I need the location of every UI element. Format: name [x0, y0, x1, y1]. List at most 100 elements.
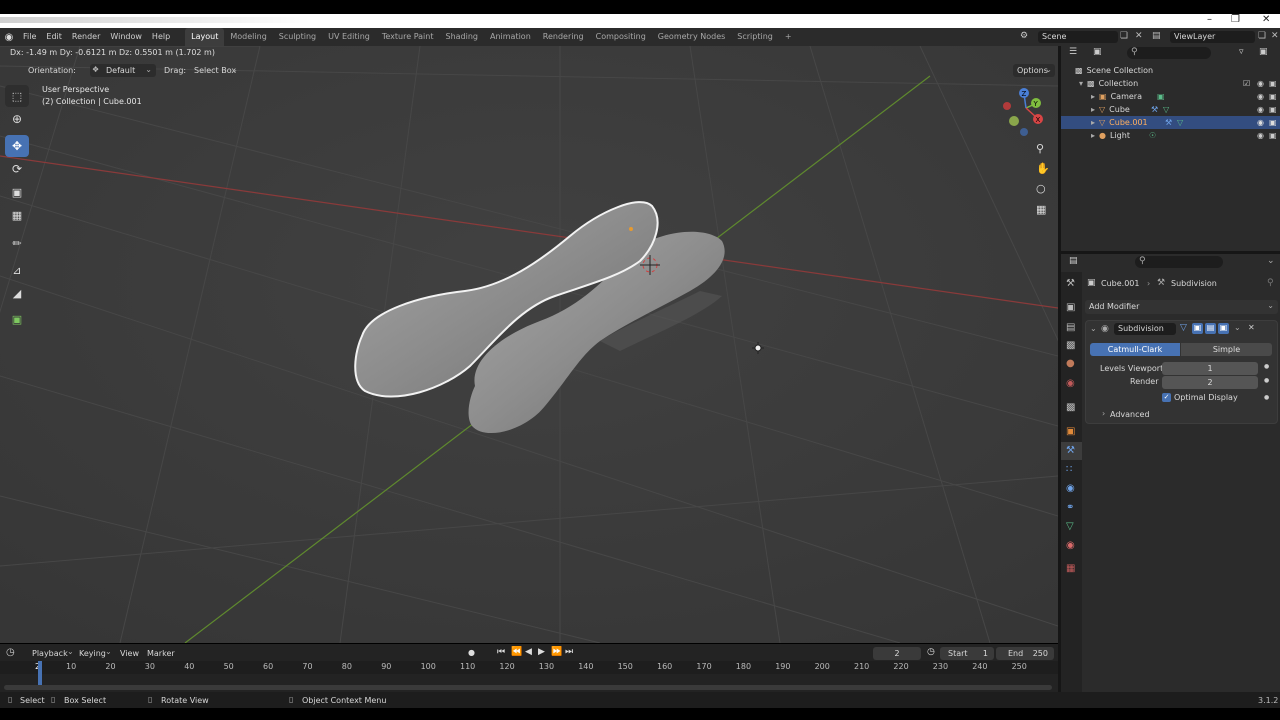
viewlayer-icon[interactable]: ▤	[1152, 31, 1161, 41]
select-tool-button[interactable]: ⬚	[5, 85, 29, 107]
move-tool-button[interactable]: ✥	[5, 135, 29, 157]
current-frame-field[interactable]: 2	[873, 647, 921, 660]
pan-hand-icon[interactable]: ✋	[1036, 162, 1050, 175]
clock-icon[interactable]: ◷	[927, 647, 935, 657]
annotate-tool-button[interactable]: ✏	[5, 232, 29, 254]
physics-tab-icon[interactable]: ◉	[1066, 483, 1075, 494]
eye-icon[interactable]: ◉	[1257, 131, 1264, 140]
catmull-clark-button[interactable]: Catmull-Clark	[1090, 343, 1180, 356]
outliner-item-light[interactable]: ▸ ● Light ☉ ◉ ▣	[1061, 129, 1280, 142]
keyframe-dot-icon[interactable]: ●	[1264, 377, 1269, 384]
tab-geometry-nodes[interactable]: Geometry Nodes	[652, 28, 731, 46]
ortho-grid-icon[interactable]: ▦	[1036, 203, 1046, 216]
levels-viewport-field[interactable]: 1	[1162, 362, 1258, 375]
ruler-tool-button[interactable]: ◢	[5, 282, 29, 304]
data-tab-icon[interactable]: ▽	[1066, 521, 1074, 532]
properties-search-input[interactable]: ⚲	[1135, 256, 1223, 268]
chevron-down-icon[interactable]: ⌄	[1234, 323, 1241, 332]
tab-animation[interactable]: Animation	[484, 28, 537, 46]
chevron-down-icon[interactable]: ⌄	[1267, 256, 1275, 266]
scale-tool-button[interactable]: ▣	[5, 181, 29, 203]
filter-icon[interactable]: ▿	[1239, 47, 1244, 57]
tab-modeling[interactable]: Modeling	[224, 28, 272, 46]
drag-dropdown[interactable]: Select Box ⌄	[190, 64, 240, 77]
constraints-tab-icon[interactable]: ⚭	[1066, 502, 1074, 513]
camera-render-icon[interactable]: ▣	[1269, 131, 1277, 140]
tab-compositing[interactable]: Compositing	[590, 28, 652, 46]
menu-edit[interactable]: Edit	[41, 28, 67, 46]
menu-marker[interactable]: Marker	[147, 649, 175, 659]
cursor-tool-button[interactable]: ⊕	[5, 108, 29, 130]
navigation-gizmo[interactable]: Z Y X	[998, 84, 1056, 142]
record-icon[interactable]: ●	[468, 648, 475, 657]
display-mode-icon[interactable]: ▣	[1093, 47, 1102, 57]
scene-tab-icon[interactable]: ●	[1066, 358, 1075, 369]
simple-button[interactable]: Simple	[1181, 343, 1272, 356]
scene-field[interactable]: Scene	[1038, 31, 1118, 43]
eye-icon[interactable]: ◉	[1257, 79, 1264, 88]
camera-render-icon[interactable]: ▣	[1269, 118, 1277, 127]
tab-scripting[interactable]: Scripting	[731, 28, 779, 46]
properties-editor-icon[interactable]: ▤	[1069, 256, 1078, 266]
jump-next-key-icon[interactable]: ⏩	[551, 647, 562, 657]
render-levels-field[interactable]: 2	[1162, 376, 1258, 389]
keyframe-dot-icon[interactable]: ●	[1264, 394, 1269, 401]
timeline-editor-icon[interactable]: ◷	[6, 647, 15, 658]
outliner-item-camera[interactable]: ▸ ▣ Camera ▣ ◉ ▣	[1061, 90, 1280, 103]
end-frame-field[interactable]: End 250	[996, 647, 1054, 660]
3d-viewport[interactable]	[0, 46, 1058, 643]
outliner-collection[interactable]: ▾ ▩ Collection ☑ ◉ ▣	[1061, 77, 1280, 90]
chevron-right-icon[interactable]: ›	[1102, 409, 1105, 418]
render-tab-icon[interactable]: ▣	[1066, 302, 1075, 313]
advanced-subpanel-label[interactable]: Advanced	[1110, 410, 1150, 420]
checkbox-icon[interactable]: ☑	[1243, 79, 1250, 88]
add-cube-tool-button[interactable]: ▣	[5, 308, 29, 330]
on-cage-toggle-icon[interactable]: ▣	[1192, 323, 1203, 334]
jump-start-icon[interactable]: ⏮	[497, 647, 505, 657]
scene-close-icon[interactable]: ✕	[1135, 31, 1143, 41]
view-layer-tab-icon[interactable]: ▩	[1066, 340, 1075, 351]
camera-render-icon[interactable]: ▣	[1269, 79, 1277, 88]
chevron-down-icon[interactable]: ⌄	[1090, 324, 1097, 333]
outliner-item-cube[interactable]: ▸ ▽ Cube ⚒ ▽ ◉ ▣	[1061, 103, 1280, 116]
eye-icon[interactable]: ◉	[1257, 105, 1264, 114]
texture-tab-icon[interactable]: ▦	[1066, 563, 1075, 574]
add-modifier-dropdown[interactable]: Add Modifier ⌄	[1085, 300, 1278, 314]
menu-playback[interactable]: Playback	[32, 649, 68, 659]
world-tab-icon[interactable]: ◉	[1066, 378, 1075, 389]
collection-tab-icon[interactable]: ▩	[1066, 402, 1075, 413]
measure-tool-button[interactable]: ⊿	[5, 259, 29, 281]
tab-texture-paint[interactable]: Texture Paint	[376, 28, 440, 46]
transform-tool-button[interactable]: ▦	[5, 204, 29, 226]
camera-render-icon[interactable]: ▣	[1269, 105, 1277, 114]
eye-icon[interactable]: ◉	[1257, 92, 1264, 101]
outliner-scene-collection[interactable]: ▩ Scene Collection	[1061, 64, 1280, 77]
menu-keying[interactable]: Keying	[79, 649, 106, 659]
play-reverse-icon[interactable]: ◀	[525, 647, 532, 657]
particles-tab-icon[interactable]: ∷	[1066, 464, 1072, 475]
maximize-icon[interactable]: ❐	[1231, 14, 1240, 26]
camera-view-icon[interactable]: ○	[1036, 182, 1046, 195]
close-window-icon[interactable]: ✕	[1262, 14, 1270, 26]
tab-shading[interactable]: Shading	[439, 28, 484, 46]
jump-prev-key-icon[interactable]: ⏪	[511, 647, 522, 657]
menu-help[interactable]: Help	[147, 28, 175, 46]
output-tab-icon[interactable]: ▤	[1066, 322, 1075, 333]
outliner-search-input[interactable]: ⚲	[1127, 47, 1211, 59]
playhead[interactable]	[38, 661, 42, 685]
camera-render-icon[interactable]: ▣	[1269, 92, 1277, 101]
orientation-dropdown[interactable]: ❖ Default ⌄	[90, 64, 156, 77]
menu-render[interactable]: Render	[67, 28, 105, 46]
menu-file[interactable]: File	[18, 28, 41, 46]
tab-layout[interactable]: Layout	[185, 28, 225, 46]
keyframe-dot-icon[interactable]: ●	[1264, 363, 1269, 370]
rotate-tool-button[interactable]: ⟳	[5, 158, 29, 180]
material-tab-icon[interactable]: ◉	[1066, 540, 1075, 551]
tab-rendering[interactable]: Rendering	[537, 28, 590, 46]
outliner-editor-icon[interactable]: ☰	[1069, 47, 1077, 57]
blender-logo-icon[interactable]: ◉	[0, 32, 18, 43]
close-icon[interactable]: ✕	[1248, 323, 1255, 332]
timeline-scrollbar[interactable]	[4, 685, 1052, 690]
modifier-tab-active[interactable]: ⚒	[1061, 442, 1082, 460]
minimize-icon[interactable]: –	[1207, 14, 1212, 26]
